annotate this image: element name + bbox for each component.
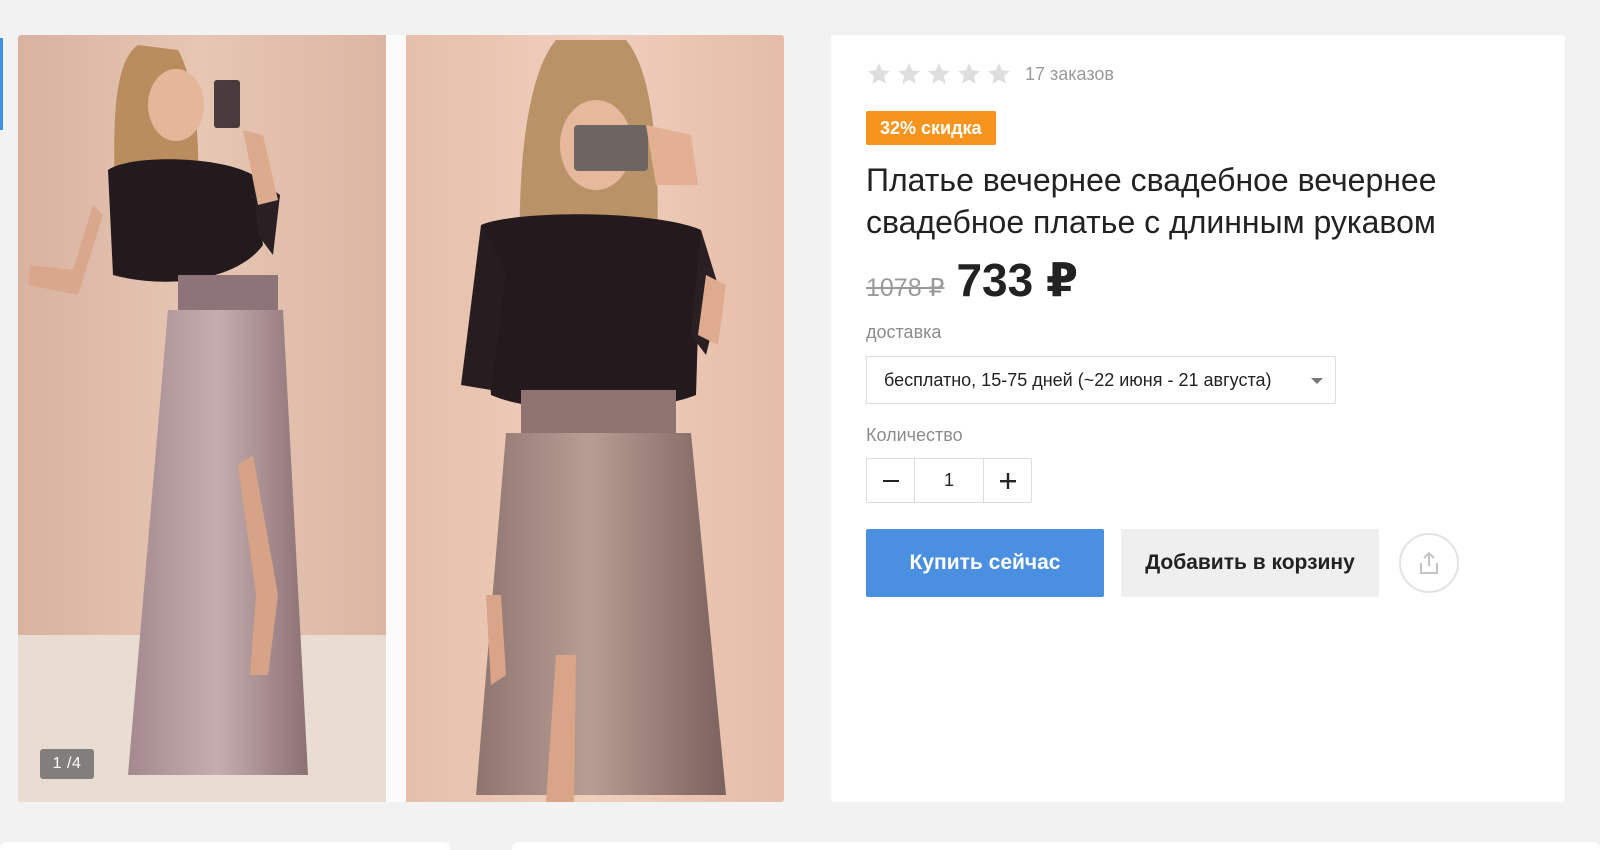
product-photo-left [18,35,386,802]
star-icon [926,61,953,87]
chevron-down-icon [1311,378,1323,384]
discount-badge: 32% скидка [866,111,996,145]
current-price: 733 ₽ [956,254,1079,306]
delivery-select[interactable]: бесплатно, 15-75 дней (~22 июня - 21 авг… [866,356,1336,404]
star-icon [956,61,983,87]
increase-quantity-button[interactable] [983,459,1031,502]
price-block: 1078 ₽ 733 ₽ [866,253,1078,306]
old-price: 1078 ₽ [866,274,945,302]
rating-row: 17 заказов [866,61,1114,87]
active-thumbnail-indicator [0,38,3,130]
quantity-stepper: 1 [866,458,1032,503]
quantity-label: Количество [866,425,963,445]
product-title: Платье вечернее свадебное вечернее сваде… [866,162,1437,240]
minus-icon [882,479,899,482]
share-button[interactable] [1399,533,1459,593]
star-icon [866,61,893,87]
orders-count[interactable]: 17 заказов [1025,64,1114,85]
delivery-label: доставка [866,322,942,342]
add-to-cart-button[interactable]: Добавить в корзину [1121,529,1379,597]
plus-icon [999,472,1016,489]
product-image-gallery[interactable]: 1 /4 [18,35,784,802]
buy-now-button[interactable]: Купить сейчас [866,529,1104,597]
bottom-card [0,842,450,850]
share-icon [1420,551,1438,574]
quantity-input[interactable]: 1 [915,459,983,502]
bottom-card [512,842,1600,850]
image-counter: 1 /4 [40,749,94,779]
star-icon [896,61,923,87]
gallery-divider [386,35,406,802]
product-info-panel: 17 заказов 32% скидка Платье вечернее св… [831,35,1565,802]
decrease-quantity-button[interactable] [867,459,915,502]
product-photo-right [406,35,784,802]
delivery-selected-value: бесплатно, 15-75 дней (~22 июня - 21 авг… [884,369,1272,390]
star-icon [986,61,1013,87]
